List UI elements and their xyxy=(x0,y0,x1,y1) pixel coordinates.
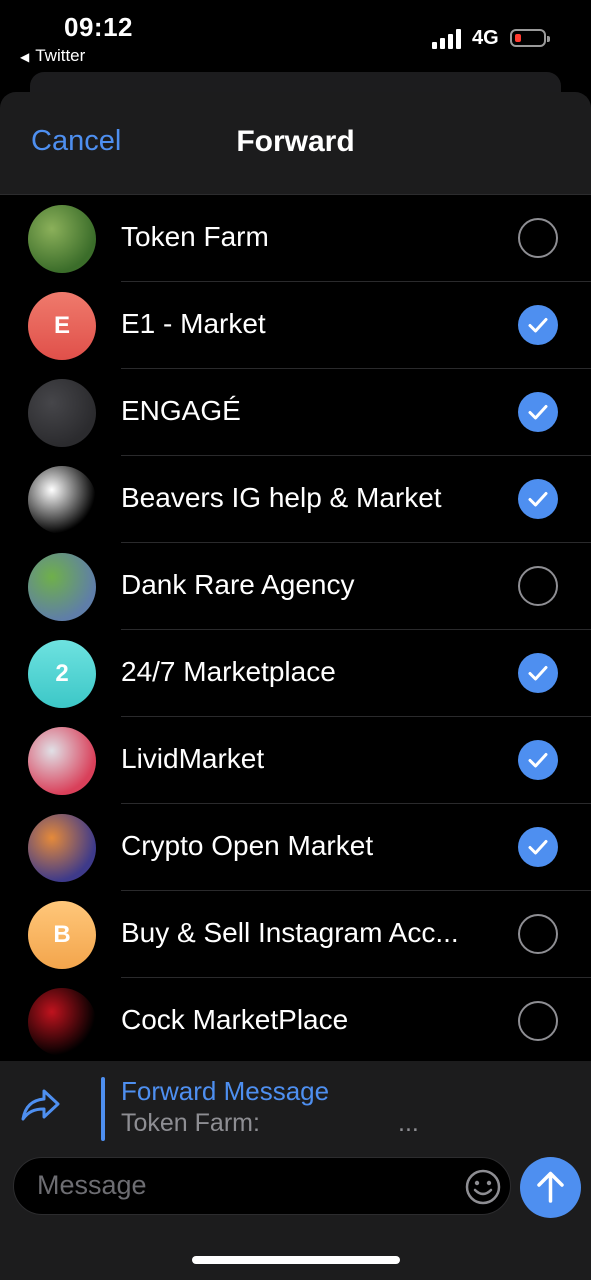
unselected-checkbox[interactable] xyxy=(518,218,558,258)
chat-name: Buy & Sell Instagram Acc... xyxy=(121,917,459,948)
chat-row[interactable]: Token Farm xyxy=(0,195,591,282)
checkmark-icon xyxy=(528,753,548,768)
chat-avatar: E xyxy=(28,292,96,360)
chat-row[interactable]: LividMarket xyxy=(0,717,591,804)
checkmark-icon xyxy=(528,492,548,507)
unselected-checkbox[interactable] xyxy=(518,1001,558,1041)
forward-arrow-icon xyxy=(21,1089,60,1121)
chat-name: Cock MarketPlace xyxy=(121,1004,349,1035)
forward-message-source: Token Farm: xyxy=(121,1109,260,1137)
battery-icon xyxy=(510,29,550,47)
chat-name: Token Farm xyxy=(121,221,269,252)
chat-row[interactable]: ENGAGÉ xyxy=(0,369,591,456)
selected-checkbox[interactable] xyxy=(518,740,558,780)
chat-row[interactable]: Beavers IG help & Market xyxy=(0,456,591,543)
chat-name: 24/7 Marketplace xyxy=(121,656,336,687)
chat-row[interactable]: B Buy & Sell Instagram Acc... xyxy=(0,891,591,978)
chat-avatar xyxy=(28,466,96,534)
chat-name: Crypto Open Market xyxy=(121,830,374,861)
checkmark-icon xyxy=(528,318,548,333)
chat-avatar xyxy=(28,205,96,273)
forward-message-title: Forward Message xyxy=(121,1076,330,1106)
page-title: Forward xyxy=(236,125,355,158)
signal-icon xyxy=(432,29,461,49)
message-placeholder: Message xyxy=(37,1170,147,1200)
chat-row[interactable]: 2 24/7 Marketplace xyxy=(0,630,591,717)
avatar-letter: E xyxy=(53,312,70,339)
chat-name: ENGAGÉ xyxy=(121,395,241,426)
emoji-icon[interactable] xyxy=(464,1168,502,1206)
unselected-checkbox[interactable] xyxy=(518,914,558,954)
chat-avatar xyxy=(28,988,96,1056)
chat-row[interactable]: Cock MarketPlace xyxy=(0,978,591,1065)
forward-quote-bar xyxy=(101,1077,105,1141)
selected-checkbox[interactable] xyxy=(518,305,558,345)
chat-avatar: 2 xyxy=(28,640,96,708)
back-to-app-button[interactable]: ◀ Twitter xyxy=(20,46,85,66)
bottom-panel: Forward Message Token Farm: ... Message xyxy=(0,1061,591,1280)
checkmark-icon xyxy=(528,405,548,420)
chat-list: Token Farm E E1 - Market ENGAGÉ Beavers IG h… xyxy=(0,195,591,1065)
network-label: 4G xyxy=(472,27,499,49)
checkmark-icon xyxy=(528,840,548,855)
chat-avatar xyxy=(28,379,96,447)
message-input[interactable]: Message xyxy=(13,1157,511,1215)
forward-message-ellipsis: ... xyxy=(398,1109,419,1137)
back-triangle-icon: ◀ xyxy=(20,50,30,64)
send-arrow-icon xyxy=(537,1171,564,1203)
chat-name: LividMarket xyxy=(121,743,265,774)
nav-bar: Cancel Forward xyxy=(0,92,591,195)
chat-row[interactable]: Crypto Open Market xyxy=(0,804,591,891)
avatar-letter: 2 xyxy=(55,660,69,687)
status-bar: 09:12 ◀ Twitter 4G xyxy=(0,0,591,70)
selected-checkbox[interactable] xyxy=(518,653,558,693)
chat-avatar xyxy=(28,553,96,621)
chat-name: Dank Rare Agency xyxy=(121,569,355,600)
avatar-letter: B xyxy=(53,921,71,948)
chat-row[interactable]: Dank Rare Agency xyxy=(0,543,591,630)
chat-avatar: B xyxy=(28,901,96,969)
back-app-label: Twitter xyxy=(35,46,86,65)
selected-checkbox[interactable] xyxy=(518,479,558,519)
chat-avatar xyxy=(28,727,96,795)
send-button[interactable] xyxy=(520,1157,581,1218)
chat-row[interactable]: E E1 - Market xyxy=(0,282,591,369)
status-time: 09:12 xyxy=(64,12,133,42)
forward-sheet: Cancel Forward Token Farm E E1 - Market ENG… xyxy=(0,92,591,1280)
selected-checkbox[interactable] xyxy=(518,827,558,867)
chat-name: E1 - Market xyxy=(121,308,266,339)
home-indicator xyxy=(192,1256,400,1264)
checkmark-icon xyxy=(528,666,548,681)
chat-name: Beavers IG help & Market xyxy=(121,482,442,513)
chat-avatar xyxy=(28,814,96,882)
selected-checkbox[interactable] xyxy=(518,392,558,432)
unselected-checkbox[interactable] xyxy=(518,566,558,606)
